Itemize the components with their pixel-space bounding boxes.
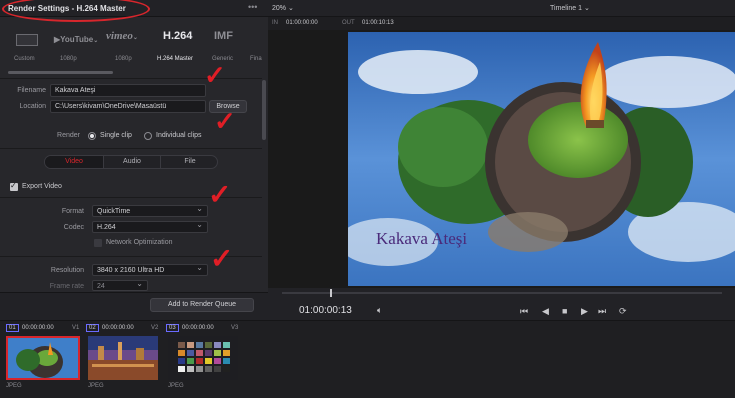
preset-label-final: Fina xyxy=(250,56,262,62)
format-select[interactable]: QuickTime xyxy=(92,205,208,217)
location-label: Location xyxy=(19,103,46,110)
timeline-name: Timeline 1 xyxy=(550,5,583,12)
tab-video[interactable]: Video xyxy=(45,156,103,168)
clip-track: V2 xyxy=(151,325,159,331)
preset-label-vimeo: 1080p xyxy=(115,56,132,62)
add-to-render-queue-button[interactable]: Add to Render Queue xyxy=(150,298,254,312)
clip-thumbnail-3[interactable] xyxy=(168,336,238,380)
youtube-preset-name: YouTube xyxy=(60,35,94,44)
annotation-check-icon: ✓ xyxy=(208,179,232,210)
preset-scrollbar[interactable] xyxy=(8,71,113,74)
clip-thumbnail-2[interactable] xyxy=(88,336,158,380)
frame-rate-select[interactable]: 24 xyxy=(92,280,148,291)
imf-preset[interactable]: IMF xyxy=(214,30,233,50)
annotation-check-icon: ✓ xyxy=(210,243,234,274)
clip-track: V3 xyxy=(231,325,239,331)
youtube-preset[interactable]: ▶YouTube⌄ xyxy=(54,35,98,55)
clip-timecode: 00:00:00:00 xyxy=(22,325,54,331)
clip-format: JPEG xyxy=(6,383,22,389)
skip-back-icon[interactable]: ⏮︎ xyxy=(520,306,528,317)
codec-select[interactable]: H.264 xyxy=(92,221,208,233)
image-overlay-title: Kakava Ateşi xyxy=(376,229,467,248)
tiny-planet-image: Kakava Ateşi xyxy=(348,32,735,286)
clip-number: 03 xyxy=(166,324,179,332)
out-label: OUT xyxy=(342,20,355,26)
preset-label-youtube: 1080p xyxy=(60,56,77,62)
clip-timecode: 00:00:00:00 xyxy=(102,325,134,331)
individual-clips-radio[interactable] xyxy=(144,132,152,140)
clip-thumbnail-1[interactable] xyxy=(6,336,80,380)
preset-label-custom: Custom xyxy=(14,56,35,62)
settings-tabs: Video Audio File xyxy=(44,155,218,169)
resolution-select[interactable]: 3840 x 2160 Ultra HD xyxy=(92,264,208,276)
network-optimization-checkbox[interactable] xyxy=(94,239,102,247)
resolution-value: 3840 x 2160 Ultra HD xyxy=(97,267,165,274)
single-clip-label: Single clip xyxy=(100,132,132,139)
resolution-label: Resolution xyxy=(50,267,84,274)
preset-label-h264: H.264 Master xyxy=(157,56,194,62)
out-timecode: 01:00:10:13 xyxy=(362,20,394,26)
clip-timecode: 00:00:00:00 xyxy=(182,325,214,331)
custom-preset-icon[interactable] xyxy=(16,34,38,46)
format-label: Format xyxy=(61,208,84,215)
skip-forward-icon[interactable]: ⏭︎ xyxy=(598,306,606,317)
h264-preset[interactable]: H.264 xyxy=(163,30,192,50)
tab-file[interactable]: File xyxy=(161,156,217,168)
vimeo-preset-name: vimeo xyxy=(106,30,133,42)
codec-label: Codec xyxy=(63,224,84,231)
vimeo-preset[interactable]: vimeo⌄ xyxy=(106,30,138,50)
play-icon[interactable]: ▶ xyxy=(581,306,588,317)
zoom-select[interactable]: 20% ⌄ xyxy=(272,4,294,12)
in-out-bar: IN 01:00:00:00 OUT 01:00:10:13 xyxy=(268,17,735,30)
in-timecode: 01:00:00:00 xyxy=(286,20,318,26)
individual-clips-label: Individual clips xyxy=(156,132,202,139)
stop-icon[interactable]: ■ xyxy=(562,306,567,316)
clip-format: JPEG xyxy=(88,383,104,389)
scrubber-track[interactable] xyxy=(282,292,722,294)
codec-value: H.264 xyxy=(97,224,116,231)
filename-input[interactable]: Kakava Ateşi xyxy=(50,84,206,97)
panel-menu-icon[interactable]: ••• xyxy=(248,2,257,12)
render-label: Render xyxy=(57,132,80,139)
zoom-value: 20% xyxy=(272,5,287,12)
viewer-header: 20% ⌄ Timeline 1 ⌄ xyxy=(268,0,735,17)
in-label: IN xyxy=(272,20,278,26)
export-video-label: Export Video xyxy=(22,183,62,190)
frame-rate-value: 24 xyxy=(97,283,105,290)
playhead[interactable] xyxy=(330,289,332,297)
clip-track: V1 xyxy=(72,325,80,331)
preview-image: Kakava Ateşi xyxy=(348,32,735,286)
clip-number: 01 xyxy=(6,324,19,332)
clip-format: JPEG xyxy=(168,383,184,389)
annotation-check-icon: ✓ xyxy=(214,106,236,136)
tiny-planet-thumbnail xyxy=(8,338,78,378)
current-timecode: 01:00:00:13 xyxy=(299,305,352,316)
format-value: QuickTime xyxy=(97,208,131,215)
volume-icon[interactable]: 🔈︎ xyxy=(377,305,382,316)
settings-scrollbar[interactable] xyxy=(262,80,266,140)
color-chart-thumbnail xyxy=(168,336,238,380)
filename-label: Filename xyxy=(17,87,46,94)
step-back-icon[interactable]: ◀ xyxy=(542,306,549,317)
single-clip-radio[interactable] xyxy=(88,132,96,140)
loop-icon[interactable]: ⟳ xyxy=(619,306,627,317)
divider xyxy=(0,148,262,149)
clip-number: 02 xyxy=(86,324,99,332)
annotation-check-icon: ✓ xyxy=(204,60,226,90)
network-optimization-label: Network Optimization xyxy=(106,239,173,246)
location-input[interactable]: C:\Users\kivam\OneDrive\Masaüstü xyxy=(50,100,206,113)
export-video-checkbox[interactable] xyxy=(10,181,18,191)
timeline-select[interactable]: Timeline 1 ⌄ xyxy=(550,4,590,12)
frame-rate-label: Frame rate xyxy=(49,283,84,290)
city-night-thumbnail xyxy=(88,336,158,380)
tab-audio[interactable]: Audio xyxy=(103,156,161,168)
